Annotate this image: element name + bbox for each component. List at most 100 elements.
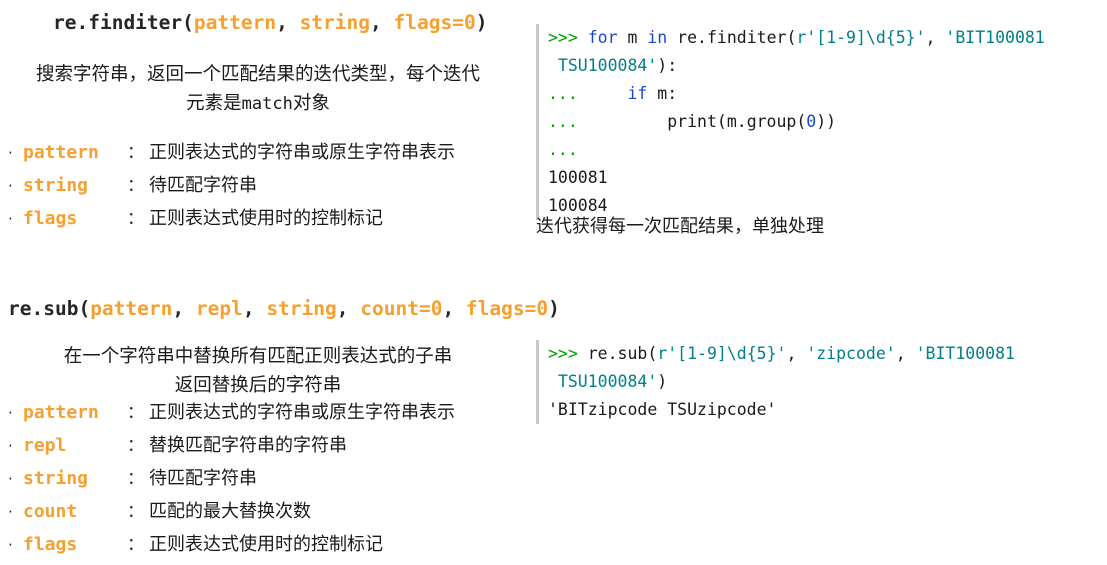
signature-function-name: re.finditer( (53, 11, 194, 34)
description-line: 在一个字符串中替换所有匹配正则表达式的子串 (63, 346, 453, 367)
code-line: >>> for m in re.finditer(r'[1-9]\d{5}', … (548, 24, 1045, 52)
parameter-name: flags (23, 534, 78, 555)
code-token-plain: re.finditer( (667, 28, 797, 47)
parameter-colon: ： (127, 502, 144, 522)
parameter-name: count (23, 501, 78, 522)
bullet-icon: · (8, 536, 13, 554)
parameter-colon: ： (127, 176, 144, 196)
description-line: 搜索字符串，返回一个匹配结果的迭代类型，每个迭代 (35, 64, 480, 85)
signature-param: repl (195, 297, 243, 320)
description-sub: 在一个字符串中替换所有匹配正则表达式的子串 返回替换后的字符串 (8, 342, 508, 400)
bullet-icon: · (8, 470, 13, 488)
code-token-kw: if (627, 84, 648, 103)
code-example-finditer: >>> for m in re.finditer(r'[1-9]\d{5}', … (536, 24, 1045, 220)
parameter-description: 正则表达式使用时的控制标记 (149, 208, 383, 229)
parameter-name: repl (23, 435, 67, 456)
code-line: ... if m: (548, 80, 1045, 108)
parameter-description: 待匹配字符串 (149, 175, 257, 196)
code-token-num: 0 (806, 112, 817, 131)
parameter-colon: ： (127, 535, 144, 555)
signature-comma: , (276, 11, 300, 34)
code-token-plain: ) (657, 372, 668, 391)
parameter-description: 匹配的最大替换次数 (149, 501, 311, 522)
signature-param: string (266, 297, 337, 320)
description-finditer: 搜索字符串，返回一个匹配结果的迭代类型，每个迭代 元素是match对象 (8, 60, 508, 119)
parameter-name: flags (23, 208, 78, 229)
signature-comma: , (336, 297, 361, 320)
code-line: ... print(m.group(0)) (548, 108, 1045, 136)
parameter-description: 替换匹配字符串的字符串 (149, 435, 347, 456)
parameter-colon: ： (127, 436, 144, 456)
left-column: re.finditer(pattern, string, flags=0) 搜索… (0, 0, 560, 565)
parameter-name: pattern (23, 402, 99, 423)
code-token-prompt: ... (548, 140, 578, 159)
signature-comma: , (370, 11, 394, 34)
signature-close-paren: ) (548, 297, 560, 320)
signature-sub: re.sub(pattern, repl, string, count=0, f… (8, 297, 560, 320)
signature-param: string (299, 11, 371, 34)
signature-param: count=0 (360, 297, 443, 320)
parameter-row: · string ：待匹配字符串 (8, 171, 455, 204)
code-token-str: TSU100084' (557, 372, 658, 391)
code-token-prompt: ... (548, 112, 578, 131)
description-line: 返回替换后的字符串 (174, 375, 342, 396)
bullet-icon: · (8, 503, 13, 521)
description-line: 元素是match对象 (186, 93, 330, 114)
code-example-sub: >>> re.sub(r'[1-9]\d{5}', 'zipcode', 'BI… (536, 340, 1015, 424)
code-token-plain: m: (647, 84, 678, 103)
parameter-name: string (23, 175, 89, 196)
signature-comma: , (172, 297, 196, 320)
signature-param: pattern (90, 297, 173, 320)
code-line: >>> re.sub(r'[1-9]\d{5}', 'zipcode', 'BI… (548, 340, 1015, 368)
code-line: TSU100084'): (548, 52, 1045, 80)
bullet-icon: · (8, 177, 13, 195)
code-token-str: 'BIT100081 (945, 28, 1045, 47)
signature-finditer: re.finditer(pattern, string, flags=0) (53, 11, 487, 34)
code-line: ... (548, 136, 1045, 164)
parameter-colon: ： (127, 469, 144, 489)
parameter-name: pattern (23, 142, 99, 163)
code-token-str: r'[1-9]\d{5}' (796, 28, 926, 47)
code-token-prompt: >>> (548, 344, 588, 363)
parameter-row: · repl ：替换匹配字符串的字符串 (8, 431, 455, 464)
parameter-description: 正则表达式的字符串或原生字符串表示 (149, 402, 455, 423)
parameter-row: · flags ：正则表达式使用时的控制标记 (8, 204, 455, 237)
code-token-plain: , (895, 344, 916, 363)
signature-comma: , (442, 297, 466, 320)
parameter-colon: ： (127, 403, 144, 423)
signature-param: flags=0 (393, 11, 476, 34)
caption-finditer: 迭代获得每一次匹配结果，单独处理 (536, 216, 824, 237)
code-token-str: 'zipcode' (806, 344, 896, 363)
parameter-colon: ： (127, 209, 144, 229)
code-token-plain: 100081 (548, 168, 608, 187)
code-token-plain: print(m.group( (577, 112, 807, 131)
bullet-icon: · (8, 144, 13, 162)
slide-root: re.finditer(pattern, string, flags=0) 搜索… (0, 0, 1107, 565)
bullet-icon: · (8, 437, 13, 455)
code-token-str: TSU100084' (557, 56, 658, 75)
code-token-plain: ): (657, 56, 678, 75)
signature-param: pattern (193, 11, 277, 34)
code-token-prompt: >>> (548, 28, 588, 47)
parameter-row: · pattern ：正则表达式的字符串或原生字符串表示 (8, 398, 455, 431)
parameter-row: · pattern ：正则表达式的字符串或原生字符串表示 (8, 138, 455, 171)
code-token-plain: , (925, 28, 946, 47)
parameter-row: · flags ：正则表达式使用时的控制标记 (8, 530, 455, 563)
code-token-plain: )) (816, 112, 837, 131)
code-token-plain: , (786, 344, 807, 363)
code-token-kw: for (587, 28, 618, 47)
parameter-row: · string ：待匹配字符串 (8, 464, 455, 497)
code-token-str: r'[1-9]\d{5}' (657, 344, 787, 363)
signature-function-name: re.sub( (8, 297, 91, 320)
bullet-icon: · (8, 404, 13, 422)
bullet-icon: · (8, 210, 13, 228)
parameter-list-sub: · pattern：正则表达式的字符串或原生字符串表示 · repl：替换匹配字符串的… (8, 398, 455, 563)
parameter-description: 待匹配字符串 (149, 468, 257, 489)
parameter-description: 正则表达式使用时的控制标记 (149, 534, 383, 555)
code-line: 'BITzipcode TSUzipcode' (548, 396, 1015, 424)
signature-param: flags=0 (465, 297, 549, 320)
code-token-prompt: ... (548, 84, 578, 103)
parameter-list-finditer: · pattern：正则表达式的字符串或原生字符串表示 · string：待匹配字符串… (8, 138, 455, 237)
